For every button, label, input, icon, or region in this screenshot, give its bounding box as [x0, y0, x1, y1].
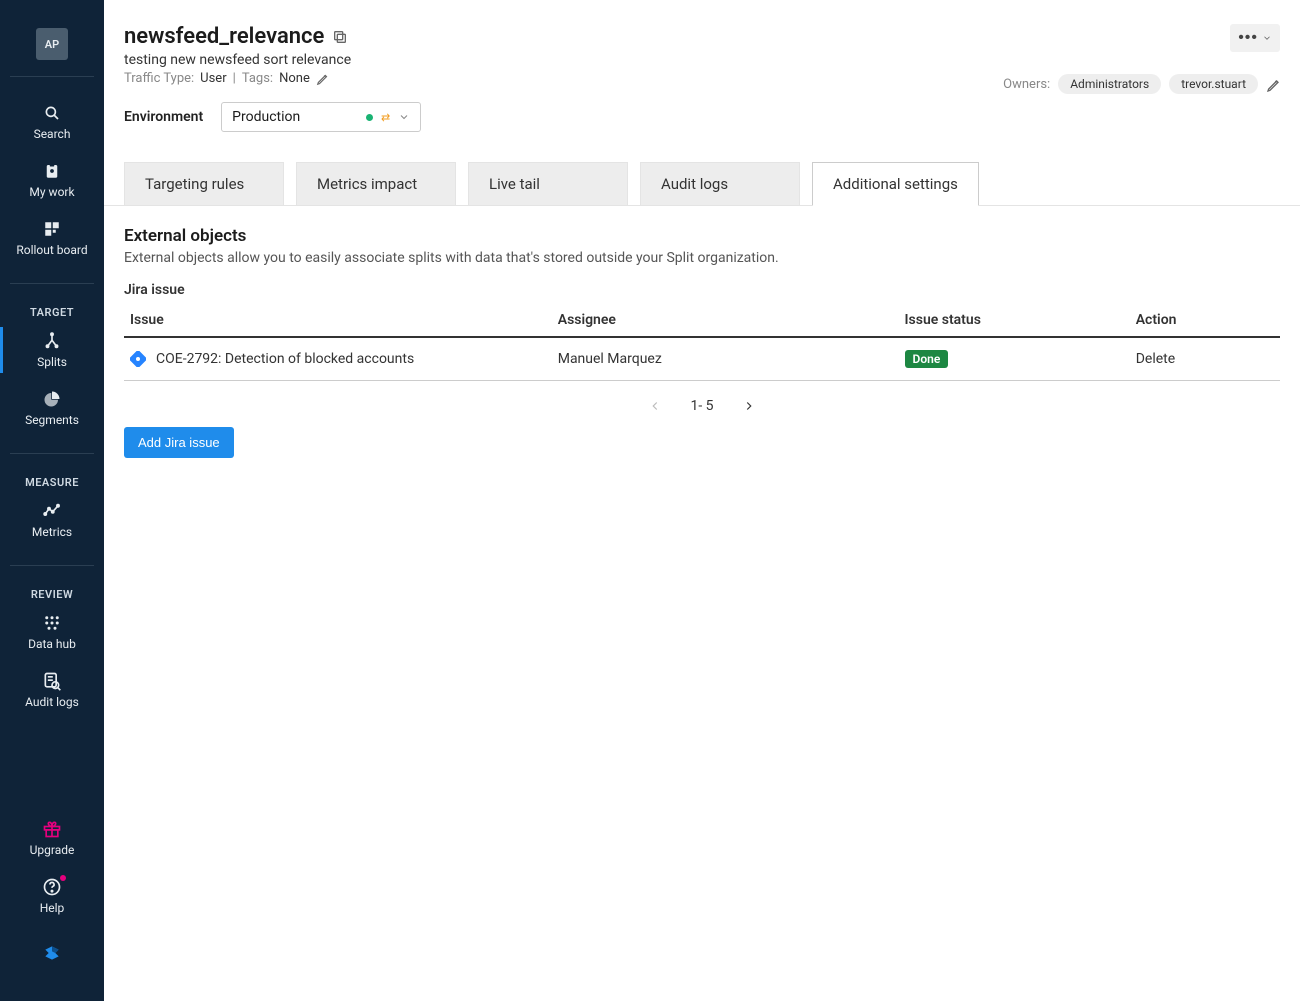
sidebar: AP Search My work Rollout board TARGET — [0, 0, 104, 1001]
sidebar-item-search[interactable]: Search — [0, 93, 104, 151]
sidebar-item-splits[interactable]: Splits — [0, 321, 104, 379]
tab-targeting-rules[interactable]: Targeting rules — [124, 162, 284, 205]
sidebar-item-label: Audit logs — [25, 695, 79, 709]
divider — [10, 453, 94, 454]
tabs: Targeting rules Metrics impact Live tail… — [104, 162, 1300, 206]
help-icon — [42, 877, 62, 897]
header: newsfeed_relevance testing new newsfeed … — [104, 0, 1300, 144]
sidebar-item-label: Rollout board — [16, 243, 87, 257]
metrics-icon — [42, 501, 62, 521]
pager-next[interactable] — [738, 395, 760, 417]
environment-value: Production — [232, 109, 300, 125]
swap-icon: ⇄ — [381, 111, 390, 124]
col-status: Issue status — [899, 304, 1130, 337]
divider — [10, 565, 94, 566]
sidebar-item-label: Segments — [25, 413, 79, 427]
gift-icon — [42, 819, 62, 839]
tab-content: External objects External objects allow … — [104, 206, 1300, 478]
owner-pill[interactable]: trevor.stuart — [1169, 74, 1258, 94]
jira-issues-table: Issue Assignee Issue status Action — [124, 304, 1280, 381]
delete-link[interactable]: Delete — [1136, 351, 1175, 367]
tags-value: None — [279, 71, 310, 86]
sidebar-heading-review: REVIEW — [31, 588, 73, 601]
chevron-down-icon — [398, 111, 410, 123]
environment-select[interactable]: Production ⇄ — [221, 102, 421, 132]
ellipsis-icon: ••• — [1238, 30, 1258, 46]
sidebar-heading-target: TARGET — [30, 306, 74, 319]
tab-audit-logs[interactable]: Audit logs — [640, 162, 800, 205]
auditlogs-icon — [42, 671, 62, 691]
sidebar-item-rollout[interactable]: Rollout board — [0, 209, 104, 267]
sidebar-item-segments[interactable]: Segments — [0, 379, 104, 437]
divider — [10, 283, 94, 284]
sidebar-item-label: Data hub — [28, 637, 76, 651]
subsection-title: Jira issue — [124, 282, 1280, 298]
status-badge: Done — [905, 350, 949, 368]
grid-icon — [42, 219, 62, 239]
table-row: COE-2792: Detection of blocked accounts … — [124, 337, 1280, 381]
sidebar-logo[interactable] — [0, 925, 104, 973]
owners-label: Owners: — [1003, 77, 1050, 92]
sidebar-item-label: Splits — [37, 355, 67, 369]
pager-range: 1- 5 — [690, 398, 713, 414]
segments-icon — [42, 389, 62, 409]
environment-label: Environment — [124, 109, 203, 125]
page-subtitle: testing new newsfeed sort relevance — [124, 52, 351, 68]
col-assignee: Assignee — [552, 304, 899, 337]
pager-prev[interactable] — [644, 395, 666, 417]
traffic-type-value: User — [200, 71, 226, 86]
chevron-down-icon — [1262, 33, 1272, 43]
issue-title[interactable]: COE-2792: Detection of blocked accounts — [156, 351, 414, 367]
sidebar-item-label: Upgrade — [30, 843, 75, 857]
sidebar-item-label: Help — [40, 901, 65, 915]
split-logo-icon — [42, 943, 62, 963]
sidebar-item-label: Metrics — [32, 525, 72, 539]
search-icon — [42, 103, 62, 123]
edit-tags-icon[interactable] — [316, 72, 330, 86]
main-content: newsfeed_relevance testing new newsfeed … — [104, 0, 1300, 1001]
page-title: newsfeed_relevance — [124, 24, 324, 49]
tab-additional-settings[interactable]: Additional settings — [812, 162, 979, 206]
status-dot-icon — [366, 114, 373, 121]
clipboard-icon — [42, 161, 62, 181]
sidebar-item-metrics[interactable]: Metrics — [0, 491, 104, 549]
pager: 1- 5 — [124, 395, 1280, 417]
splits-icon — [42, 331, 62, 351]
meta-separator: | — [233, 71, 236, 86]
traffic-type-label: Traffic Type: — [124, 71, 194, 86]
sidebar-item-upgrade[interactable]: Upgrade — [0, 809, 104, 867]
section-title: External objects — [124, 226, 1280, 246]
owner-pill[interactable]: Administrators — [1058, 74, 1161, 94]
edit-owners-icon[interactable] — [1266, 77, 1280, 91]
avatar[interactable]: AP — [36, 28, 68, 60]
col-action: Action — [1130, 304, 1280, 337]
sidebar-heading-measure: MEASURE — [25, 476, 79, 489]
more-actions-button[interactable]: ••• — [1230, 24, 1280, 52]
copy-icon[interactable] — [332, 29, 348, 45]
col-issue: Issue — [124, 304, 552, 337]
sidebar-item-label: My work — [29, 185, 74, 199]
sidebar-item-help[interactable]: Help — [0, 867, 104, 925]
tab-live-tail[interactable]: Live tail — [468, 162, 628, 205]
tab-metrics-impact[interactable]: Metrics impact — [296, 162, 456, 205]
notification-dot-icon — [60, 875, 66, 881]
tags-label: Tags: — [242, 71, 273, 86]
section-description: External objects allow you to easily ass… — [124, 250, 1280, 266]
sidebar-item-datahub[interactable]: Data hub — [0, 603, 104, 661]
datahub-icon — [42, 613, 62, 633]
sidebar-item-auditlogs[interactable]: Audit logs — [0, 661, 104, 719]
add-jira-issue-button[interactable]: Add Jira issue — [124, 427, 234, 458]
sidebar-item-mywork[interactable]: My work — [0, 151, 104, 209]
assignee-value: Manuel Marquez — [552, 337, 899, 381]
divider — [10, 76, 94, 77]
jira-icon — [130, 351, 146, 367]
sidebar-item-label: Search — [34, 127, 71, 141]
